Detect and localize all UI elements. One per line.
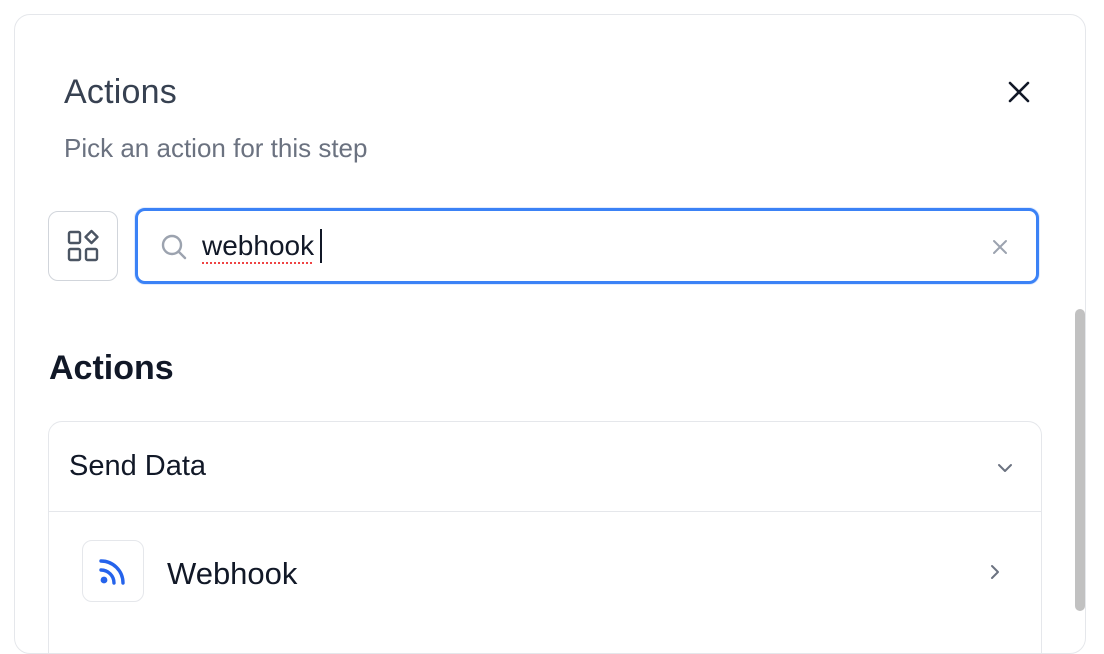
panel-title: Actions xyxy=(64,73,177,111)
actions-panel: Actions Pick an action for this step web… xyxy=(14,14,1086,654)
search-input[interactable]: webhook xyxy=(135,208,1039,284)
scrollbar-thumb[interactable] xyxy=(1075,309,1085,611)
chevron-down-icon xyxy=(998,464,1012,472)
action-item-label: Webhook xyxy=(167,556,298,591)
search-value[interactable]: webhook xyxy=(202,229,314,263)
group-header[interactable]: Send Data xyxy=(49,422,1041,512)
panel-subtitle: Pick an action for this step xyxy=(64,133,368,163)
scrollbar[interactable] xyxy=(1073,309,1085,629)
item-icon-box xyxy=(82,540,144,602)
action-group: Send Data Webhook xyxy=(48,421,1042,653)
text-caret xyxy=(320,229,322,263)
close-icon xyxy=(1008,81,1030,103)
section-heading: Actions xyxy=(49,349,174,387)
clear-icon[interactable] xyxy=(990,237,1010,257)
search-icon xyxy=(161,234,187,260)
chevron-right-icon xyxy=(991,565,999,579)
apps-grid-icon xyxy=(67,229,99,262)
group-title: Send Data xyxy=(69,450,207,482)
rss-feed-icon xyxy=(99,559,125,585)
close-button[interactable] xyxy=(1000,73,1038,111)
view-toggle-button[interactable] xyxy=(48,211,118,281)
action-item-webhook[interactable]: Webhook xyxy=(49,512,1041,636)
